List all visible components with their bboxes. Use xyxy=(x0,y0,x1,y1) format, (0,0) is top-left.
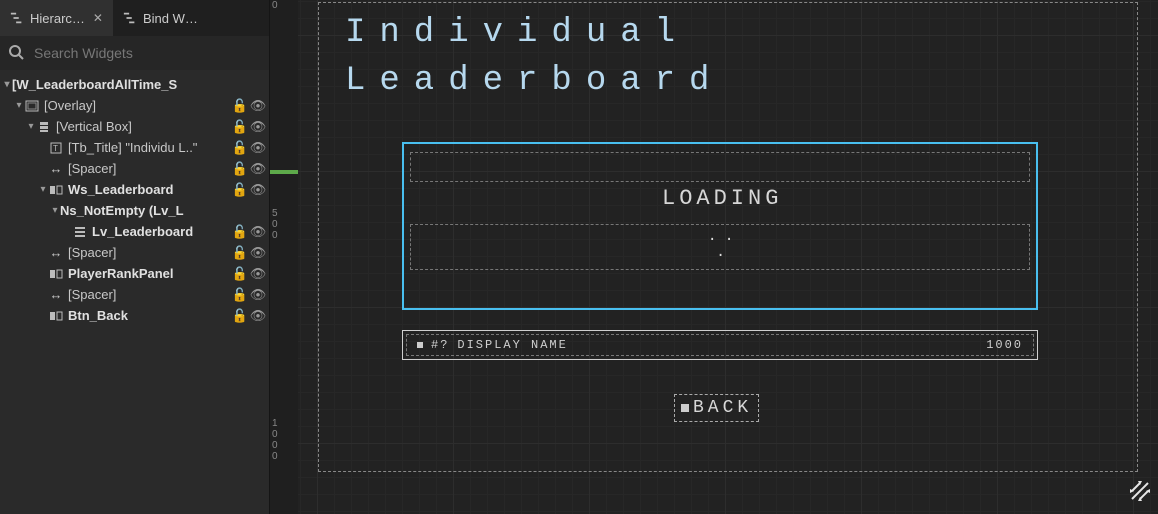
spacer-icon: ↔ xyxy=(48,288,64,302)
chevron-down-icon[interactable]: ▾ xyxy=(50,205,60,216)
ruler-tick-500c: 0 xyxy=(272,230,282,241)
vbox-icon xyxy=(36,120,52,134)
lock-icon[interactable]: 🔓 xyxy=(233,182,247,198)
dashed-sub-box-1 xyxy=(410,152,1030,182)
tree-item-ns[interactable]: ▾ Ns_NotEmpty (Lv_L xyxy=(0,200,269,221)
search-row xyxy=(0,36,269,70)
ruler-tick-1000b: 0 xyxy=(272,429,282,440)
hierarchy-panel: Hierarc… ✕ Bind W… ▾ [W_LeaderboardAllTi… xyxy=(0,0,270,514)
tree-item-lv[interactable]: Lv_Leaderboard 🔓👁 xyxy=(0,221,269,242)
tree-ws-label: Ws_Leaderboard xyxy=(68,182,233,197)
eye-icon[interactable]: 👁 xyxy=(251,287,265,303)
tree-item-spacer1[interactable]: ↔ [Spacer] 🔓👁 xyxy=(0,158,269,179)
list-icon xyxy=(72,225,88,239)
chevron-down-icon[interactable]: ▾ xyxy=(26,121,36,132)
back-button-label: BACK xyxy=(693,398,752,418)
lock-icon[interactable]: 🔓 xyxy=(233,308,247,324)
lock-icon[interactable]: 🔓 xyxy=(233,161,247,177)
ruler-marker xyxy=(270,170,298,174)
overlay-icon xyxy=(24,99,40,113)
lock-icon[interactable]: 🔓 xyxy=(233,224,247,240)
rank-score: 1000 xyxy=(986,338,1023,352)
back-button[interactable]: BACK xyxy=(674,394,759,422)
tree-item-title[interactable]: T [Tb_Title] "Individu L.." 🔓👁 xyxy=(0,137,269,158)
chevron-down-icon[interactable]: ▾ xyxy=(2,79,12,90)
lock-icon[interactable]: 🔓 xyxy=(233,119,247,135)
eye-icon[interactable]: 👁 xyxy=(251,182,265,198)
resize-handle-icon[interactable] xyxy=(1128,479,1152,508)
eye-icon[interactable]: 👁 xyxy=(251,266,265,282)
spacer-icon: ↔ xyxy=(48,246,64,260)
eye-icon[interactable]: 👁 xyxy=(251,119,265,135)
tree-root-label: [W_LeaderboardAllTime_S xyxy=(12,77,265,92)
lock-icon[interactable]: 🔓 xyxy=(233,266,247,282)
spacer-icon: ↔ xyxy=(48,162,64,176)
ruler-vertical: 0 5 0 0 1 0 0 0 xyxy=(270,0,298,514)
search-icon xyxy=(8,44,26,62)
eye-icon[interactable]: 👁 xyxy=(251,308,265,324)
tree-item-vbox[interactable]: ▾ [Vertical Box] 🔓👁 xyxy=(0,116,269,137)
chevron-down-icon[interactable]: ▾ xyxy=(38,184,48,195)
search-input[interactable] xyxy=(34,45,261,61)
lock-icon[interactable]: 🔓 xyxy=(233,287,247,303)
tree-spacer2-label: [Spacer] xyxy=(68,245,233,260)
eye-icon[interactable]: 👁 xyxy=(251,140,265,156)
player-rank-panel: #? DISPLAY NAME 1000 xyxy=(402,330,1038,360)
tab-hierarchy-label: Hierarc… xyxy=(30,11,85,26)
eye-icon[interactable]: 👁 xyxy=(251,224,265,240)
lock-icon[interactable]: 🔓 xyxy=(233,140,247,156)
panel-tab-bar: Hierarc… ✕ Bind W… xyxy=(0,0,269,36)
ruler-tick-0: 0 xyxy=(272,0,282,11)
rank-number: #? xyxy=(431,338,449,352)
lock-icon[interactable]: 🔓 xyxy=(233,98,247,114)
tree-vbox-label: [Vertical Box] xyxy=(56,119,233,134)
tree-rankpanel-label: PlayerRankPanel xyxy=(68,266,233,281)
back-marker-icon xyxy=(681,404,689,412)
tree-spacer3-label: [Spacer] xyxy=(68,287,233,302)
tree-overlay-label: [Overlay] xyxy=(44,98,233,113)
rank-display-name: DISPLAY NAME xyxy=(457,338,567,352)
panel-icon xyxy=(48,267,64,281)
rank-marker-icon xyxy=(417,342,423,348)
tree-back-label: Btn_Back xyxy=(68,308,233,323)
tree-item-rankpanel[interactable]: PlayerRankPanel 🔓👁 xyxy=(0,263,269,284)
ruler-tick-1000c: 0 xyxy=(272,440,282,451)
canvas-title-line1: Individual xyxy=(345,14,689,52)
tree-lv-label: Lv_Leaderboard xyxy=(92,224,233,239)
switcher-icon xyxy=(48,183,64,197)
ruler-tick-500b: 0 xyxy=(272,219,282,230)
tree-item-overlay[interactable]: ▾ [Overlay] 🔓👁 xyxy=(0,95,269,116)
bind-icon xyxy=(123,11,137,25)
tree-spacer1-label: [Spacer] xyxy=(68,161,233,176)
tree-item-back[interactable]: Btn_Back 🔓👁 xyxy=(0,305,269,326)
ruler-tick-1000d: 0 xyxy=(272,451,282,462)
chevron-down-icon[interactable]: ▾ xyxy=(14,100,24,111)
tab-bind[interactable]: Bind W… xyxy=(113,0,208,36)
text-icon: T xyxy=(48,141,64,155)
ruler-tick-500a: 5 xyxy=(272,208,282,219)
eye-icon[interactable]: 👁 xyxy=(251,161,265,177)
ruler-tick-1000a: 1 xyxy=(272,418,282,429)
designer-viewport[interactable]: 0 5 0 0 1 0 0 0 Individual Leaderboard L… xyxy=(270,0,1158,514)
panel-icon xyxy=(48,309,64,323)
tree-item-spacer3[interactable]: ↔ [Spacer] 🔓👁 xyxy=(0,284,269,305)
close-icon[interactable]: ✕ xyxy=(93,11,103,25)
eye-icon[interactable]: 👁 xyxy=(251,245,265,261)
loading-label: LOADING xyxy=(662,186,782,211)
svg-text:T: T xyxy=(53,144,58,153)
tree-item-ws[interactable]: ▾ Ws_Leaderboard 🔓👁 xyxy=(0,179,269,200)
widget-tree: ▾ [W_LeaderboardAllTime_S ▾ [Overlay] 🔓👁… xyxy=(0,70,269,514)
eye-icon[interactable]: 👁 xyxy=(251,98,265,114)
canvas-title-line2: Leaderboard xyxy=(345,62,723,100)
tree-ns-label: Ns_NotEmpty (Lv_L xyxy=(60,203,265,218)
hierarchy-icon xyxy=(10,11,24,25)
tree-title-label: [Tb_Title] "Individu L.." xyxy=(68,140,233,155)
tab-bind-label: Bind W… xyxy=(143,11,198,26)
lock-icon[interactable]: 🔓 xyxy=(233,245,247,261)
tree-root[interactable]: ▾ [W_LeaderboardAllTime_S xyxy=(0,74,269,95)
tab-hierarchy[interactable]: Hierarc… ✕ xyxy=(0,0,113,36)
tree-item-spacer2[interactable]: ↔ [Spacer] 🔓👁 xyxy=(0,242,269,263)
spinner-icon: · · · xyxy=(708,232,733,264)
